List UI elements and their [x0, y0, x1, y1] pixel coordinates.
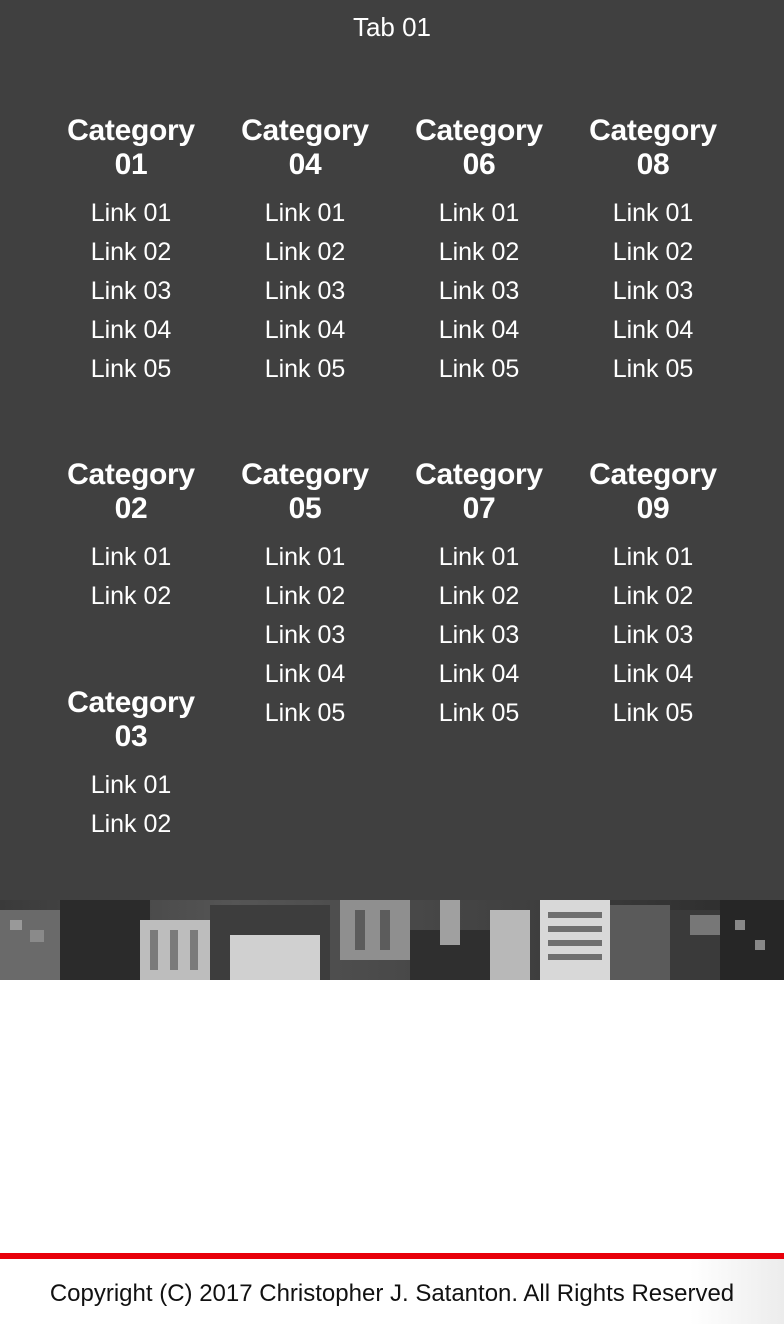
category-06: Category 06 Link 01 Link 02 Link 03 Link… [392, 114, 566, 389]
category-title: Category 08 [589, 114, 717, 181]
category-link[interactable]: Link 04 [392, 655, 566, 694]
category-link[interactable]: Link 05 [566, 350, 740, 389]
category-link[interactable]: Link 04 [44, 311, 218, 350]
link-list: Link 01 Link 02 Link 03 Link 04 Link 05 [566, 538, 740, 733]
category-link[interactable]: Link 04 [218, 311, 392, 350]
category-07: Category 07 Link 01 Link 02 Link 03 Link… [392, 458, 566, 733]
link-list: Link 01 Link 02 Link 03 Link 04 Link 05 [566, 194, 740, 389]
category-link[interactable]: Link 05 [566, 694, 740, 733]
category-link[interactable]: Link 03 [218, 616, 392, 655]
category-link[interactable]: Link 02 [218, 233, 392, 272]
category-title: Category 02 [67, 458, 195, 525]
category-link[interactable]: Link 03 [566, 616, 740, 655]
category-title: Category 06 [415, 114, 543, 181]
category-link[interactable]: Link 02 [566, 233, 740, 272]
category-link[interactable]: Link 04 [392, 311, 566, 350]
category-link[interactable]: Link 03 [392, 616, 566, 655]
category-link[interactable]: Link 02 [44, 233, 218, 272]
category-link[interactable]: Link 02 [566, 577, 740, 616]
link-list: Link 01 Link 02 Link 03 Link 04 Link 05 [392, 194, 566, 389]
category-link[interactable]: Link 01 [218, 194, 392, 233]
category-link[interactable]: Link 01 [44, 194, 218, 233]
category-05: Category 05 Link 01 Link 02 Link 03 Link… [218, 458, 392, 733]
copyright-text: Copyright (C) 2017 Christopher J. Satant… [49, 1280, 735, 1307]
category-link[interactable]: Link 05 [392, 350, 566, 389]
category-title: Category 05 [241, 458, 369, 525]
category-link[interactable]: Link 02 [218, 577, 392, 616]
category-link[interactable]: Link 03 [392, 272, 566, 311]
category-link[interactable]: Link 02 [392, 577, 566, 616]
category-01: Category 01 Link 01 Link 02 Link 03 Link… [44, 114, 218, 389]
category-link[interactable]: Link 03 [566, 272, 740, 311]
link-list: Link 01 Link 02 Link 03 Link 04 Link 05 [392, 538, 566, 733]
category-09: Category 09 Link 01 Link 02 Link 03 Link… [566, 458, 740, 733]
link-list: Link 01 Link 02 Link 03 Link 04 Link 05 [218, 194, 392, 389]
category-link[interactable]: Link 05 [392, 694, 566, 733]
skyline-graphic [0, 900, 784, 980]
category-title: Category 03 [67, 686, 195, 753]
mega-menu-panel: Tab 01 Category 01 Link 01 Link 02 Link … [0, 0, 784, 900]
category-link[interactable]: Link 02 [44, 577, 218, 616]
category-link[interactable]: Link 01 [44, 766, 218, 805]
category-link[interactable]: Link 04 [566, 311, 740, 350]
category-02: Category 02 Link 01 Link 02 [44, 458, 218, 616]
category-title: Category 07 [415, 458, 543, 525]
city-skyline-image [0, 900, 784, 980]
tab-01[interactable]: Tab 01 [0, 10, 784, 44]
category-link[interactable]: Link 02 [44, 805, 218, 844]
category-link[interactable]: Link 01 [566, 194, 740, 233]
category-link[interactable]: Link 03 [44, 272, 218, 311]
category-link[interactable]: Link 04 [566, 655, 740, 694]
category-title: Category 01 [67, 114, 195, 181]
category-link[interactable]: Link 05 [218, 350, 392, 389]
link-list: Link 01 Link 02 [44, 766, 218, 844]
category-title: Category 04 [241, 114, 369, 181]
category-03: Category 03 Link 01 Link 02 [44, 686, 218, 844]
category-link[interactable]: Link 05 [218, 694, 392, 733]
link-list: Link 01 Link 02 Link 03 Link 04 Link 05 [218, 538, 392, 733]
category-link[interactable]: Link 01 [44, 538, 218, 577]
category-04: Category 04 Link 01 Link 02 Link 03 Link… [218, 114, 392, 389]
category-link[interactable]: Link 03 [218, 272, 392, 311]
category-link[interactable]: Link 04 [218, 655, 392, 694]
category-title: Category 09 [589, 458, 717, 525]
link-list: Link 01 Link 02 [44, 538, 218, 616]
footer: Copyright (C) 2017 Christopher J. Satant… [0, 1259, 784, 1324]
category-08: Category 08 Link 01 Link 02 Link 03 Link… [566, 114, 740, 389]
category-link[interactable]: Link 05 [44, 350, 218, 389]
category-link[interactable]: Link 01 [218, 538, 392, 577]
category-link[interactable]: Link 02 [392, 233, 566, 272]
category-link[interactable]: Link 01 [566, 538, 740, 577]
link-list: Link 01 Link 02 Link 03 Link 04 Link 05 [44, 194, 218, 389]
category-link[interactable]: Link 01 [392, 538, 566, 577]
category-link[interactable]: Link 01 [392, 194, 566, 233]
